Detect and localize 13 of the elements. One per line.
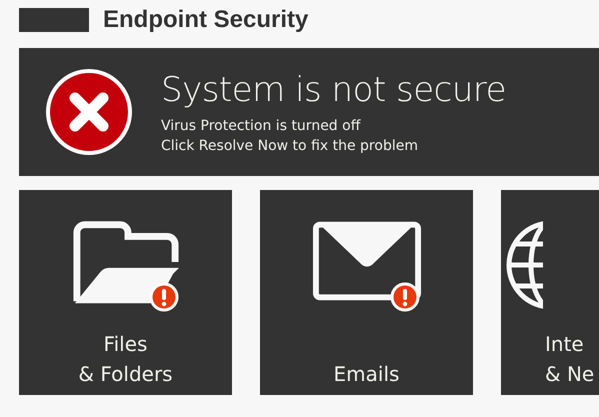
- tile-label: Files & Folders: [78, 331, 173, 388]
- folder-icon: [70, 220, 180, 306]
- logo-block: [19, 8, 89, 32]
- category-tile[interactable]: Inte & Ne: [501, 190, 599, 395]
- category-tile[interactable]: Emails: [260, 190, 473, 395]
- envelope-icon: [312, 220, 422, 302]
- status-title: System is not secure: [161, 70, 506, 110]
- app-title: Endpoint Security: [103, 6, 308, 34]
- status-message: Click Resolve Now to fix the problem: [161, 138, 419, 154]
- tile-label: Inte & Ne: [544, 331, 594, 388]
- category-tile[interactable]: Files & Folders: [19, 190, 232, 395]
- tile-label: Emails: [334, 361, 400, 388]
- status-message: Virus Protection is turned off: [161, 118, 362, 134]
